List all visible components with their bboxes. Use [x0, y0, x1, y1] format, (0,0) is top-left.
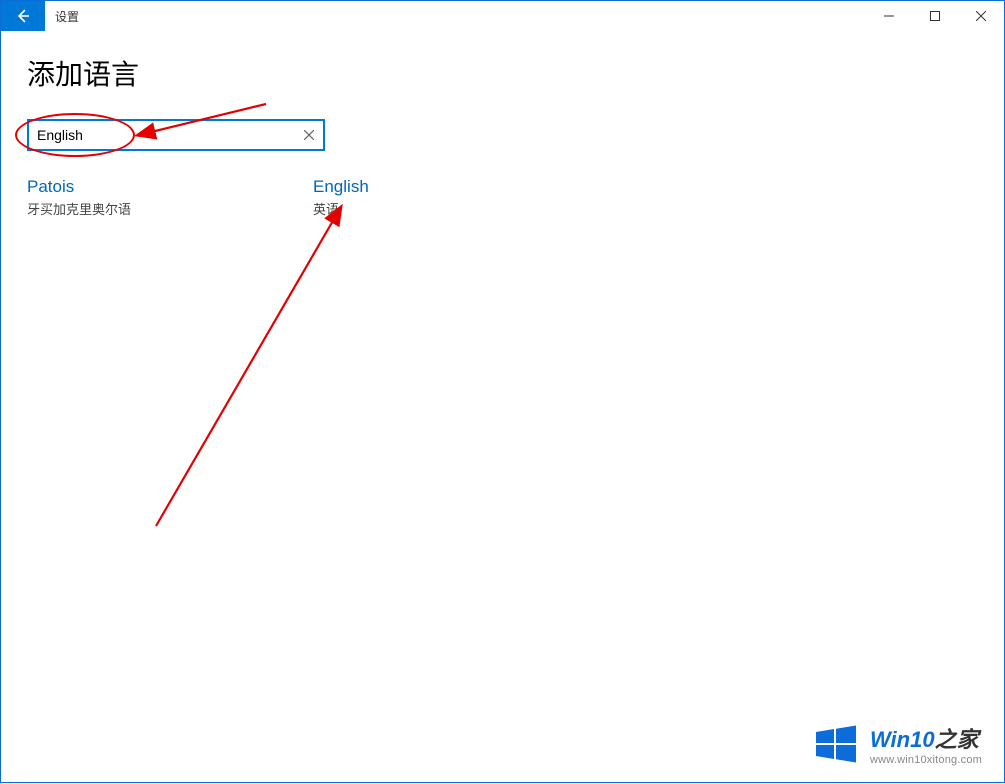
clear-search-button[interactable] [295, 121, 323, 149]
watermark-text: Win10之家 www.win10xitong.com [870, 722, 982, 766]
language-result[interactable]: Patois 牙买加克里奥尔语 [27, 177, 131, 218]
watermark: Win10之家 www.win10xitong.com [814, 722, 982, 766]
search-input[interactable] [29, 121, 295, 149]
language-localized: 英语 [313, 199, 369, 218]
watermark-brand-suffix: 之家 [935, 727, 979, 752]
titlebar-spacer [79, 1, 866, 31]
language-result[interactable]: English 英语 [313, 177, 369, 218]
window-title: 设置 [45, 1, 79, 31]
minimize-button[interactable] [866, 1, 912, 31]
language-name: English [313, 177, 369, 197]
x-icon [304, 130, 314, 140]
watermark-brand: Win10之家 [870, 722, 982, 754]
minimize-icon [884, 11, 894, 21]
content-area: 添加语言 Patois 牙买加克里奥尔语 English 英语 [1, 31, 1004, 240]
close-button[interactable] [958, 1, 1004, 31]
window-controls [866, 1, 1004, 31]
windows-logo-icon [814, 722, 858, 766]
arrow-left-icon [15, 8, 31, 24]
language-localized: 牙买加克里奥尔语 [27, 199, 131, 218]
close-icon [976, 11, 986, 21]
page-heading: 添加语言 [27, 53, 978, 93]
titlebar: 设置 [1, 1, 1004, 31]
watermark-brand-prefix: Win10 [870, 727, 935, 752]
language-name: Patois [27, 177, 131, 197]
maximize-icon [930, 11, 940, 21]
results-list: Patois 牙买加克里奥尔语 English 英语 [27, 177, 978, 218]
watermark-url: www.win10xitong.com [870, 754, 982, 766]
search-box[interactable] [27, 119, 325, 151]
maximize-button[interactable] [912, 1, 958, 31]
back-button[interactable] [1, 1, 45, 31]
